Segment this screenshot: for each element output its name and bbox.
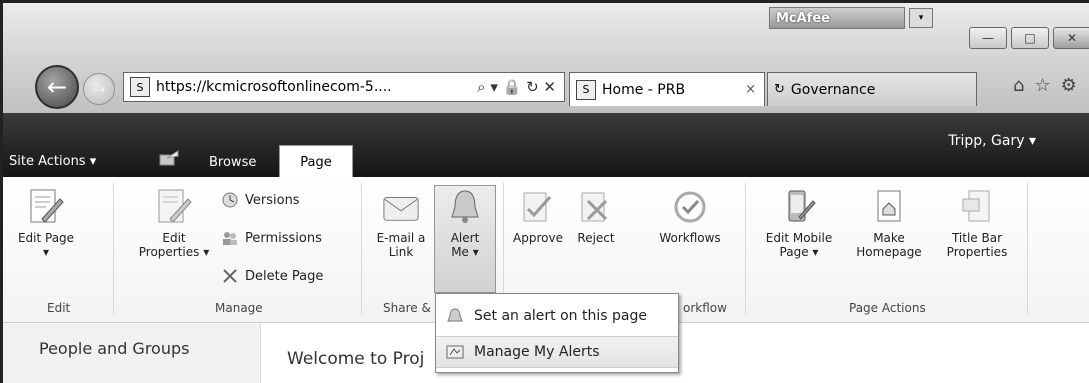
page-title: Welcome to Proj bbox=[287, 349, 425, 369]
minimize-button[interactable]: — bbox=[969, 27, 1007, 49]
menu-item-set-alert[interactable]: Set an alert on this page bbox=[436, 300, 678, 332]
tab-close-icon[interactable]: × bbox=[745, 82, 756, 97]
reject-button[interactable]: Reject bbox=[569, 187, 623, 245]
email-link-button[interactable]: E-mail a Link bbox=[371, 187, 431, 259]
group-label-manage: Manage bbox=[215, 301, 263, 315]
sharepoint-favicon: S bbox=[576, 79, 596, 100]
tab-governance[interactable]: ↻ Governance bbox=[767, 72, 977, 106]
address-url[interactable]: https://kcmicrosoftonlinecom-5.... bbox=[156, 79, 477, 95]
email-link-label-1: E-mail a bbox=[376, 231, 426, 245]
group-label-edit: Edit bbox=[47, 301, 71, 315]
edit-properties-label-2: Properties ▾ bbox=[138, 245, 210, 259]
edit-mobile-label-1: Edit Mobile bbox=[765, 231, 833, 245]
approve-label: Approve bbox=[513, 231, 563, 245]
home-icon[interactable]: ⌂ bbox=[1013, 75, 1024, 96]
gear-icon[interactable]: ⚙ bbox=[1061, 75, 1077, 96]
forward-arrow-icon: → bbox=[92, 79, 106, 99]
title-bar-properties-icon bbox=[958, 187, 996, 227]
nav-item-people-and-groups[interactable]: People and Groups bbox=[39, 339, 189, 358]
edit-mobile-label-2: Page ▾ bbox=[779, 245, 819, 259]
title-bar-label-1: Title Bar bbox=[951, 231, 1003, 245]
delete-page-button[interactable]: Delete Page bbox=[221, 267, 323, 285]
tab-label: Governance bbox=[790, 81, 876, 98]
permissions-label: Permissions bbox=[245, 230, 322, 246]
reject-icon bbox=[577, 187, 615, 227]
menu-item-manage-alerts[interactable]: Manage My Alerts bbox=[436, 336, 678, 368]
edit-page-button[interactable]: Edit Page ▾ bbox=[11, 187, 81, 259]
navigate-up-icon[interactable] bbox=[159, 149, 181, 167]
close-window-button[interactable]: ✕ bbox=[1053, 27, 1089, 49]
edit-properties-label-1: Edit bbox=[162, 231, 186, 245]
browser-window: McAfee ▾ — □ ✕ ← → S https://kcmicrosoft… bbox=[0, 0, 1089, 383]
group-label-share: Share & bbox=[383, 301, 431, 315]
versions-icon bbox=[221, 191, 239, 209]
alert-me-button[interactable]: Alert Me ▾ bbox=[435, 187, 495, 259]
ribbon-divider bbox=[745, 183, 746, 315]
alert-me-label-2: Me ▾ bbox=[451, 245, 479, 259]
edit-properties-icon bbox=[155, 187, 193, 227]
versions-label: Versions bbox=[245, 192, 300, 208]
group-label-page-actions: Page Actions bbox=[849, 301, 926, 315]
forward-button[interactable]: → bbox=[83, 73, 115, 105]
menu-item-label: Set an alert on this page bbox=[474, 308, 647, 324]
title-bar-label-2: Properties bbox=[946, 245, 1008, 259]
approve-button[interactable]: Approve bbox=[509, 187, 567, 245]
edit-page-icon bbox=[27, 187, 65, 227]
permissions-button[interactable]: Permissions bbox=[221, 229, 322, 247]
make-homepage-label-1: Make bbox=[873, 231, 905, 245]
approve-icon bbox=[519, 187, 557, 227]
ribbon-divider bbox=[361, 183, 362, 315]
envelope-icon bbox=[382, 187, 420, 227]
bell-icon bbox=[446, 187, 484, 227]
mcafee-addon[interactable]: McAfee ▾ bbox=[769, 7, 939, 29]
workflows-button[interactable]: Workflows bbox=[653, 187, 727, 245]
tab-page[interactable]: Page bbox=[279, 145, 353, 178]
mobile-phone-icon bbox=[780, 187, 818, 227]
tab-label: Home - PRB bbox=[602, 81, 686, 98]
ribbon-divider bbox=[113, 183, 114, 315]
ribbon-divider bbox=[1027, 183, 1028, 315]
browser-chrome: McAfee ▾ — □ ✕ ← → S https://kcmicrosoft… bbox=[3, 3, 1089, 113]
maximize-button[interactable]: □ bbox=[1011, 27, 1049, 49]
address-bar[interactable]: S https://kcmicrosoftonlinecom-5.... ⌕ ▾… bbox=[123, 72, 565, 102]
loading-icon: ↻ bbox=[774, 82, 785, 97]
alert-bell-icon bbox=[444, 306, 466, 326]
homepage-icon bbox=[870, 187, 908, 227]
group-label-workflow: orkflow bbox=[683, 301, 727, 315]
make-homepage-label-2: Homepage bbox=[856, 245, 922, 259]
edit-mobile-page-button[interactable]: Edit Mobile Page ▾ bbox=[753, 187, 845, 259]
alert-me-label-1: Alert bbox=[450, 231, 480, 245]
delete-page-label: Delete Page bbox=[245, 268, 324, 284]
title-bar-properties-button[interactable]: Title Bar Properties bbox=[935, 187, 1019, 259]
left-navigation: People and Groups bbox=[3, 323, 261, 383]
alert-me-dropdown: Set an alert on this page Manage My Aler… bbox=[435, 293, 679, 373]
workflows-label: Workflows bbox=[659, 231, 721, 245]
address-controls[interactable]: ⌕ ▾ 🔒 ↻ ✕ bbox=[477, 78, 564, 96]
back-arrow-icon: ← bbox=[46, 73, 68, 101]
sharepoint-favicon: S bbox=[130, 77, 150, 97]
site-actions-menu[interactable]: Site Actions ▾ bbox=[9, 154, 96, 169]
mcafee-logo: McAfee bbox=[769, 7, 905, 29]
tab-browse[interactable]: Browse bbox=[209, 155, 256, 170]
sharepoint-top-bar: Tripp, Gary ▾ Site Actions ▾ Browse Page bbox=[3, 113, 1089, 178]
browser-toolbar: ⌂ ☆ ⚙ bbox=[1013, 75, 1077, 96]
permissions-icon bbox=[221, 229, 239, 247]
tab-home-prb[interactable]: S Home - PRB × bbox=[569, 72, 765, 106]
mcafee-dropdown-button[interactable]: ▾ bbox=[909, 8, 933, 28]
edit-page-dropdown-arrow: ▾ bbox=[42, 245, 50, 259]
manage-alerts-icon bbox=[444, 342, 466, 362]
email-link-label-2: Link bbox=[388, 245, 414, 259]
edit-page-label: Edit Page bbox=[17, 231, 75, 245]
menu-item-label: Manage My Alerts bbox=[474, 344, 600, 360]
make-homepage-button[interactable]: Make Homepage bbox=[849, 187, 929, 259]
workflows-icon bbox=[671, 187, 709, 227]
versions-button[interactable]: Versions bbox=[221, 191, 300, 209]
reject-label: Reject bbox=[577, 231, 615, 245]
delete-x-icon bbox=[221, 267, 239, 285]
back-button[interactable]: ← bbox=[35, 65, 79, 109]
edit-properties-button[interactable]: Edit Properties ▾ bbox=[129, 187, 219, 259]
user-menu[interactable]: Tripp, Gary ▾ bbox=[948, 133, 1036, 149]
favorites-star-icon[interactable]: ☆ bbox=[1034, 75, 1050, 96]
